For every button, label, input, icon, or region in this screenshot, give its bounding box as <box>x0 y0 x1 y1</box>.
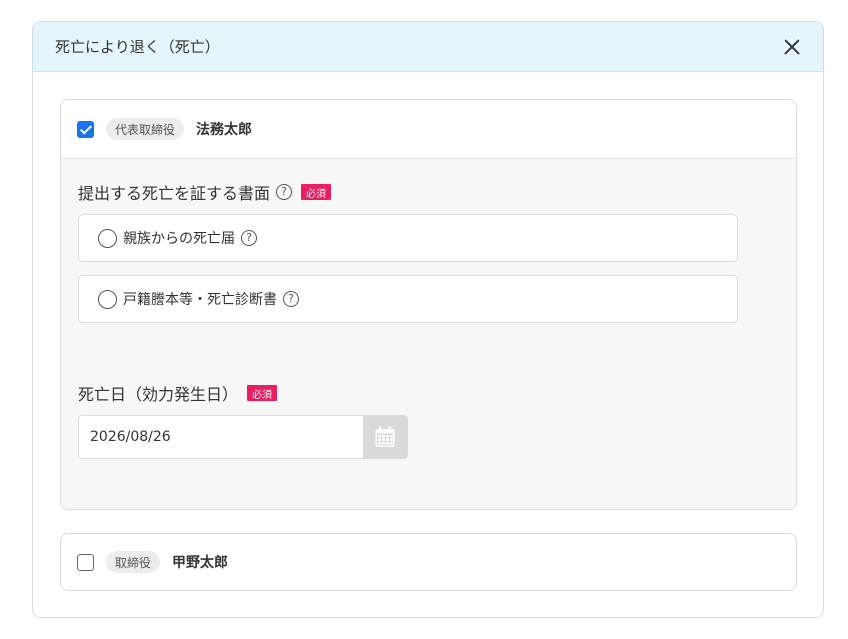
officer-name: 甲野太郎 <box>172 555 229 571</box>
required-badge: 必須 <box>301 184 332 200</box>
role-badge: 取締役 <box>106 551 161 573</box>
required-badge: 必須 <box>247 385 278 401</box>
question-circle-icon[interactable]: ? <box>241 230 257 246</box>
officer-card-body: 提出する死亡を証する書面 ? 必須 親族からの死亡届 ? 戸籍謄本等・死亡診断書… <box>61 159 796 509</box>
date-input[interactable] <box>79 416 364 458</box>
document-label-text: 提出する死亡を証する書面 <box>78 184 271 203</box>
officer-checkbox[interactable] <box>77 553 94 571</box>
officer-card: 取締役 甲野太郎 <box>60 533 797 591</box>
document-section-label: 提出する死亡を証する書面 ? 必須 <box>78 180 332 204</box>
question-circle-icon[interactable]: ? <box>276 184 293 200</box>
radio-option-family-register[interactable]: 戸籍謄本等・死亡診断書 ? <box>78 275 738 323</box>
radio-label: 戸籍謄本等・死亡診断書 <box>123 292 277 308</box>
radio-button[interactable] <box>98 289 117 309</box>
radio-option-death-notice[interactable]: 親族からの死亡届 ? <box>78 214 738 262</box>
officer-card: 代表取締役 法務太郎 提出する死亡を証する書面 ? 必須 親族からの死亡届 ? … <box>60 99 797 510</box>
calendar-icon <box>375 426 395 447</box>
dialog-header: 死亡により退く（死亡） <box>33 22 823 72</box>
date-section-label: 死亡日（効力発生日） 必須 <box>78 381 278 405</box>
dialog: 死亡により退く（死亡） 代表取締役 法務太郎 提出する死亡を証する書面 ? 必須… <box>32 21 824 618</box>
officer-card-header: 代表取締役 法務太郎 <box>61 100 796 159</box>
question-circle-icon[interactable]: ? <box>283 291 299 307</box>
role-badge: 代表取締役 <box>106 118 185 140</box>
dialog-title: 死亡により退く（死亡） <box>55 38 220 56</box>
radio-button[interactable] <box>98 228 117 248</box>
date-label-text: 死亡日（効力発生日） <box>78 385 239 404</box>
date-field <box>78 415 408 459</box>
close-icon[interactable] <box>781 36 803 58</box>
officer-name: 法務太郎 <box>196 122 253 138</box>
officer-checkbox[interactable] <box>77 120 94 138</box>
calendar-button[interactable] <box>363 416 407 458</box>
radio-label: 親族からの死亡届 <box>123 231 235 247</box>
